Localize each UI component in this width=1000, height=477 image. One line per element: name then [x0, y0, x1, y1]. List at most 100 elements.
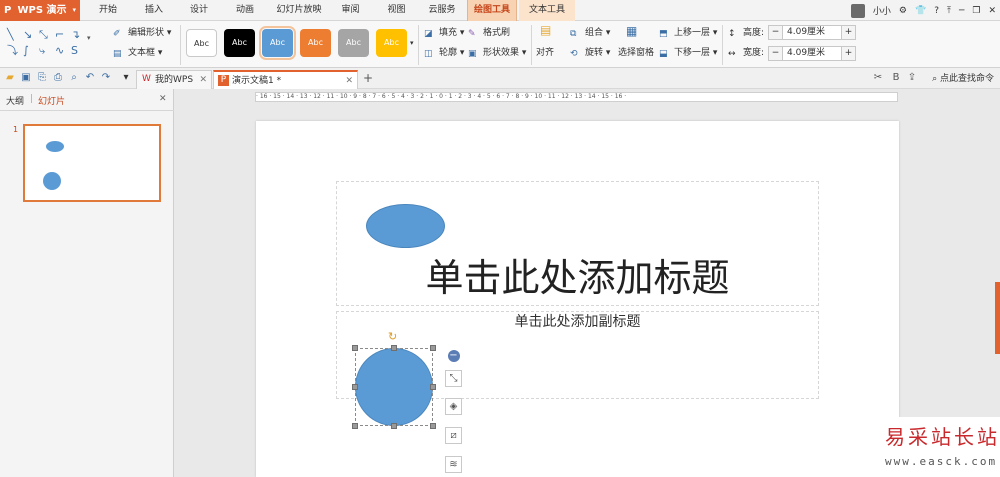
minimize-icon[interactable]: ─ [959, 6, 964, 16]
width-increase-button[interactable]: + [841, 47, 855, 60]
shape-style-1[interactable]: Abc [186, 29, 217, 57]
group-button[interactable]: ⧉ 组合 ▾ [570, 26, 610, 40]
save-icon[interactable]: ▣ [20, 72, 32, 84]
shape-edit-icon[interactable]: ⤡ [445, 370, 462, 387]
doc-tab-presentation[interactable]: P 演示文稿1 * ✕ [213, 70, 358, 89]
shape-quick-minus-icon[interactable]: − [445, 348, 462, 365]
tab-cloud[interactable]: 云服务 [420, 0, 464, 21]
bring-forward-button[interactable]: ⬒ 上移一层 ▾ [659, 26, 717, 40]
close-icon[interactable]: ✕ [345, 72, 353, 90]
ellipse-shape[interactable] [366, 204, 445, 248]
arrow-shape-icon[interactable]: ↘ [23, 29, 32, 41]
height-decrease-button[interactable]: − [769, 26, 783, 39]
customize-dropdown-icon[interactable]: ▾ [120, 72, 132, 84]
curve-shape-icon[interactable]: ∫ [23, 45, 29, 57]
resize-handle-n[interactable] [391, 345, 397, 351]
close-pane-button[interactable]: ✕ [159, 94, 167, 104]
help-icon[interactable]: ? [934, 6, 939, 16]
restore-icon[interactable]: ❐ [972, 6, 980, 16]
resize-handle-e[interactable] [430, 384, 436, 390]
fill-button[interactable]: ◪ 填充 ▾ [424, 26, 464, 40]
tab-home[interactable]: 开始 [86, 0, 130, 21]
resize-handle-nw[interactable] [352, 345, 358, 351]
text-box-button[interactable]: ▤ 文本框 ▾ [113, 46, 162, 60]
scribble-shape-icon[interactable]: S [71, 45, 78, 57]
width-decrease-button[interactable]: − [769, 47, 783, 60]
shape-style-3[interactable]: Abc [259, 26, 296, 60]
print-icon[interactable]: ⎙ [52, 72, 64, 84]
tab-slideshow[interactable]: 幻灯片放映 [268, 0, 330, 21]
shape-style-6[interactable]: Abc [376, 29, 407, 57]
close-icon[interactable]: ✕ [988, 6, 996, 16]
doc-tab-my-wps[interactable]: W 我的WPS ✕ [136, 70, 212, 89]
bold-icon[interactable]: B [890, 72, 902, 84]
tab-text-tools[interactable]: 文本工具 [519, 0, 575, 21]
shirt-icon[interactable]: 👕 [915, 6, 926, 16]
rotate-handle-icon[interactable]: ↻ [388, 331, 397, 343]
export-icon[interactable]: ⎘ [36, 72, 48, 84]
title-text[interactable]: 单击此处添加标题 [336, 252, 819, 304]
pin-icon[interactable]: ✂ [872, 72, 884, 84]
line-shape-icon[interactable]: ╲ [7, 29, 14, 41]
shape-fill-icon[interactable]: ◈ [445, 398, 462, 415]
tab-drawing-tools[interactable]: 绘图工具 [467, 0, 517, 21]
close-icon[interactable]: ✕ [199, 71, 207, 89]
share-icon[interactable]: ⇪ [906, 72, 918, 84]
open-icon[interactable]: ▰ [4, 72, 16, 84]
selection-pane-icon[interactable]: ▦ [626, 24, 637, 38]
tab-insert[interactable]: 插入 [134, 0, 174, 21]
double-arrow-shape-icon[interactable]: ⤡ [39, 29, 48, 41]
shape-style-5[interactable]: Abc [338, 29, 369, 57]
avatar[interactable] [850, 3, 865, 18]
preview-icon[interactable]: ⌕ [68, 72, 80, 84]
tab-view[interactable]: 视图 [378, 0, 415, 21]
rotate-button[interactable]: ⟲ 旋转 ▾ [570, 46, 610, 60]
height-stepper[interactable]: − 4.09厘米 + [768, 25, 856, 40]
tab-review[interactable]: 审阅 [333, 0, 368, 21]
new-tab-button[interactable]: + [362, 72, 374, 84]
shape-effects-button[interactable]: ▣ 形状效果 ▾ [468, 46, 526, 60]
app-menu-button[interactable]: P WPS 演示 ▾ [0, 0, 80, 21]
shape-outline-icon[interactable]: ⧄ [445, 427, 462, 444]
connector-shape-icon[interactable]: ⤵ [7, 45, 18, 57]
style-gallery-more-icon[interactable]: ▾ [410, 39, 414, 47]
width-stepper[interactable]: − 4.09厘米 + [768, 46, 856, 61]
shape-style-2[interactable]: Abc [224, 29, 255, 57]
height-input[interactable]: 4.09厘米 [785, 26, 839, 39]
shape-gallery[interactable]: ╲ ↘ ⤡ ⌐ ↴ ⤵ ∫ ⤷ ∿ S ▾ [5, 26, 93, 62]
tab-animation[interactable]: 动画 [225, 0, 265, 21]
edit-shape-button[interactable]: ✐ 编辑形状 ▾ [113, 26, 171, 40]
tab-slides[interactable]: 幻灯片 [38, 94, 65, 107]
outline-button[interactable]: ◫ 轮廓 ▾ [424, 46, 464, 60]
curve-arrow-shape-icon[interactable]: ⤷ [39, 45, 45, 57]
user-name[interactable]: 小小 [873, 4, 891, 17]
selection-pane-button[interactable]: 选择窗格 [618, 46, 654, 60]
shape-style-4[interactable]: Abc [300, 29, 331, 57]
subtitle-text[interactable]: 单击此处添加副标题 [336, 312, 819, 332]
resize-handle-sw[interactable] [352, 423, 358, 429]
layers-icon[interactable]: ≋ [445, 456, 462, 473]
tab-design[interactable]: 设计 [178, 0, 220, 21]
align-icon[interactable]: ▤ [540, 23, 551, 37]
resize-handle-w[interactable] [352, 384, 358, 390]
elbow-arrow-shape-icon[interactable]: ↴ [71, 29, 80, 41]
resize-handle-s[interactable] [391, 423, 397, 429]
format-painter-button[interactable]: ✎ 格式刷 [468, 26, 510, 40]
settings-icon[interactable]: ⚙ [899, 6, 907, 16]
align-button[interactable]: 对齐 [536, 46, 554, 60]
freeform-shape-icon[interactable]: ∿ [55, 45, 64, 57]
width-input[interactable]: 4.09厘米 [785, 47, 839, 60]
resize-handle-ne[interactable] [430, 345, 436, 351]
redo-icon[interactable]: ↷ [100, 72, 112, 84]
slide-thumbnail[interactable] [23, 124, 161, 202]
search-command-box[interactable]: ⌕ 点此查找命令 [932, 71, 994, 84]
tab-outline[interactable]: 大纲 [6, 94, 24, 107]
gallery-scroll-icon[interactable]: ▾ [87, 32, 91, 44]
sidebar-collapse-handle[interactable] [995, 282, 1000, 354]
send-backward-button[interactable]: ⬓ 下移一层 ▾ [659, 46, 717, 60]
elbow-shape-icon[interactable]: ⌐ [55, 29, 64, 41]
horizontal-ruler[interactable]: · 16 · 15 · 14 · 13 · 12 · 11 · 10 · 9 ·… [255, 92, 898, 102]
upload-icon[interactable]: ⤒ [947, 6, 951, 16]
height-increase-button[interactable]: + [841, 26, 855, 39]
undo-icon[interactable]: ↶ [84, 72, 96, 84]
